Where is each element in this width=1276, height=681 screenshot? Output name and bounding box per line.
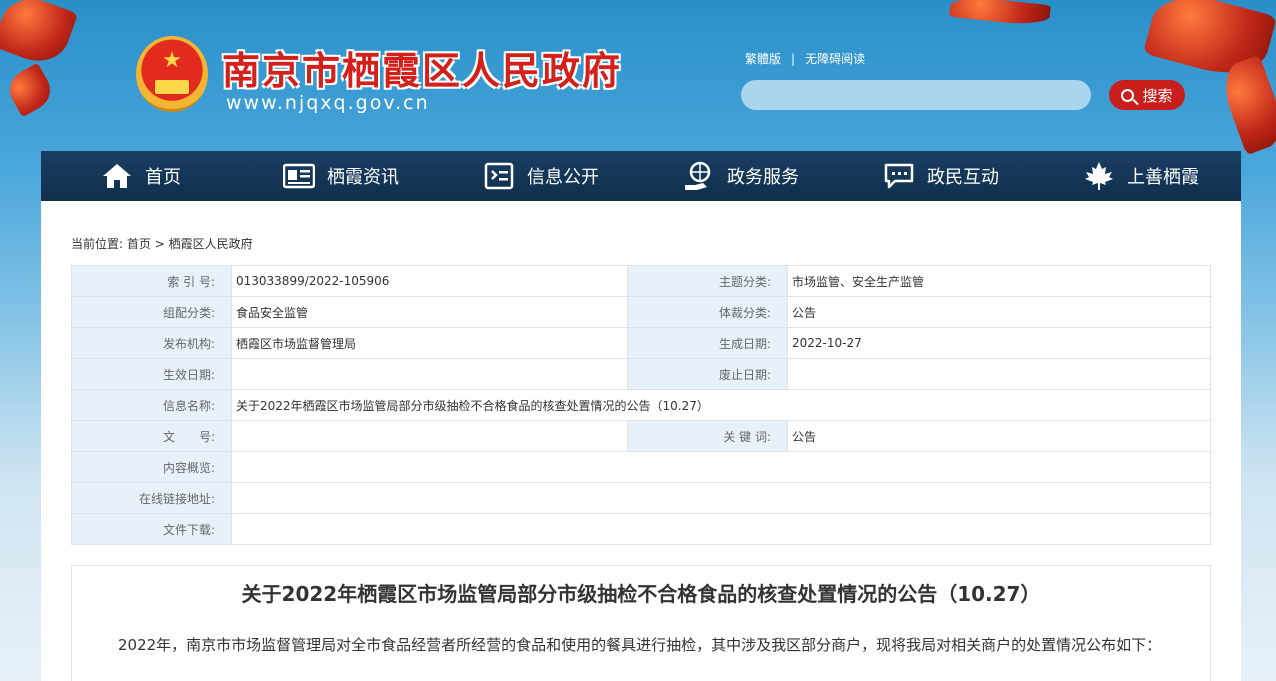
info-open-icon xyxy=(483,161,515,191)
created-date-label: 生成日期: xyxy=(627,327,788,359)
top-links: 繁體版 | 无障碍阅读 xyxy=(745,50,865,67)
nav-label: 政务服务 xyxy=(727,167,799,188)
org-category-value: 食品安全监管 xyxy=(231,296,628,328)
search-button-label: 搜索 xyxy=(1142,86,1173,105)
metadata-table: 索 引 号: 013033899/2022-105906 主题分类: 市场监管、… xyxy=(71,265,1211,545)
chat-icon xyxy=(883,161,915,191)
table-row: 信息名称: 关于2022年栖霞区市场监管局部分市级抽检不合格食品的核查处置情况的… xyxy=(71,389,1211,421)
main-nav: 首页 栖霞资讯 信息公开 政务服务 政民互动 上善栖霞 xyxy=(41,151,1241,201)
article-title: 关于2022年栖霞区市场监管局部分市级抽检不合格食品的核查处置情况的公告（10.… xyxy=(241,582,1041,606)
table-row: 生效日期: 废止日期: xyxy=(71,358,1211,390)
table-row: 在线链接地址: xyxy=(71,482,1211,514)
news-icon xyxy=(283,161,315,191)
publisher-label: 发布机构: xyxy=(71,327,232,359)
repeal-date-value xyxy=(787,358,1211,390)
search-icon xyxy=(1121,88,1135,102)
summary-value xyxy=(231,451,1211,483)
org-category-label: 组配分类: xyxy=(71,296,232,328)
index-label: 索 引 号: xyxy=(71,265,232,297)
table-row: 文 号: 关 键 词: 公告 xyxy=(71,420,1211,452)
nav-item-info-open[interactable]: 信息公开 xyxy=(441,151,641,201)
nav-label: 上善栖霞 xyxy=(1127,167,1199,188)
topic-label: 主题分类: xyxy=(627,265,788,297)
topic-value: 市场监管、安全生产监管 xyxy=(787,265,1211,297)
file-download-value[interactable] xyxy=(231,513,1211,545)
breadcrumb: 当前位置: 首页 > 栖霞区人民政府 xyxy=(71,235,253,252)
table-row: 发布机构: 栖霞区市场监督管理局 生成日期: 2022-10-27 xyxy=(71,327,1211,359)
content-panel: 当前位置: 首页 > 栖霞区人民政府 索 引 号: 013033899/2022… xyxy=(41,201,1241,681)
gate-icon xyxy=(155,80,189,94)
nav-label: 栖霞资讯 xyxy=(327,167,399,188)
nav-label: 信息公开 xyxy=(527,167,599,188)
nav-item-news[interactable]: 栖霞资讯 xyxy=(241,151,441,201)
article-paragraph: 2022年，南京市市场监督管理局对全市食品经营者所经营的食品和使用的餐具进行抽检… xyxy=(118,636,1162,654)
article: 关于2022年栖霞区市场监管局部分市级抽检不合格食品的核查处置情况的公告（10.… xyxy=(71,565,1211,681)
site-title: 南京市栖霞区人民政府 xyxy=(222,48,623,93)
nav-label: 政民互动 xyxy=(927,167,999,188)
repeal-date-label: 废止日期: xyxy=(627,358,788,390)
index-value: 013033899/2022-105906 xyxy=(231,265,628,297)
doc-number-label: 文 号: xyxy=(71,420,232,452)
publisher-value: 栖霞区市场监督管理局 xyxy=(231,327,628,359)
nav-label: 首页 xyxy=(145,167,181,188)
traditional-chinese-link[interactable]: 繁體版 xyxy=(745,52,781,66)
breadcrumb-prefix: 当前位置: xyxy=(71,237,124,251)
maple-leaf-decoration xyxy=(0,0,79,71)
star-icon: ★ xyxy=(162,48,182,73)
file-download-label: 文件下载: xyxy=(71,513,232,545)
government-service-icon xyxy=(683,161,715,191)
keywords-value: 公告 xyxy=(787,420,1211,452)
info-name-value: 关于2022年栖霞区市场监管局部分市级抽检不合格食品的核查处置情况的公告（10.… xyxy=(231,389,1211,421)
nav-item-interaction[interactable]: 政民互动 xyxy=(841,151,1041,201)
created-date-value: 2022-10-27 xyxy=(787,327,1211,359)
maple-leaf-decoration xyxy=(949,0,1051,28)
home-icon xyxy=(101,161,133,191)
search-button[interactable]: 搜索 xyxy=(1109,80,1185,110)
summary-label: 内容概览: xyxy=(71,451,232,483)
breadcrumb-home-link[interactable]: 首页 xyxy=(127,237,151,251)
online-link-label: 在线链接地址: xyxy=(71,482,232,514)
doc-number-value xyxy=(231,420,628,452)
search-input[interactable] xyxy=(741,80,1091,110)
site-url: www.njqxq.gov.cn xyxy=(226,92,430,114)
nav-item-gov-service[interactable]: 政务服务 xyxy=(641,151,841,201)
accessibility-link[interactable]: 无障碍阅读 xyxy=(805,52,865,66)
nav-item-home[interactable]: 首页 xyxy=(41,151,241,201)
info-name-label: 信息名称: xyxy=(71,389,232,421)
effective-date-label: 生效日期: xyxy=(71,358,232,390)
breadcrumb-separator: > xyxy=(154,237,165,251)
table-row: 文件下载: xyxy=(71,513,1211,545)
table-row: 组配分类: 食品安全监管 体裁分类: 公告 xyxy=(71,296,1211,328)
nav-item-shangshan[interactable]: 上善栖霞 xyxy=(1041,151,1241,201)
breadcrumb-current-link[interactable]: 栖霞区人民政府 xyxy=(169,237,253,251)
divider: | xyxy=(791,52,796,66)
effective-date-value xyxy=(231,358,628,390)
keywords-label: 关 键 词: xyxy=(627,420,788,452)
table-row: 索 引 号: 013033899/2022-105906 主题分类: 市场监管、… xyxy=(71,265,1211,297)
maple-leaf-decoration xyxy=(2,62,58,118)
online-link-value[interactable] xyxy=(231,482,1211,514)
national-emblem-logo: ★ xyxy=(136,36,208,112)
genre-value: 公告 xyxy=(787,296,1211,328)
table-row: 内容概览: xyxy=(71,451,1211,483)
genre-label: 体裁分类: xyxy=(627,296,788,328)
header: ★ 南京市栖霞区人民政府 www.njqxq.gov.cn 繁體版 | 无障碍阅读 … xyxy=(0,0,1276,156)
maple-leaf-icon xyxy=(1083,161,1115,191)
